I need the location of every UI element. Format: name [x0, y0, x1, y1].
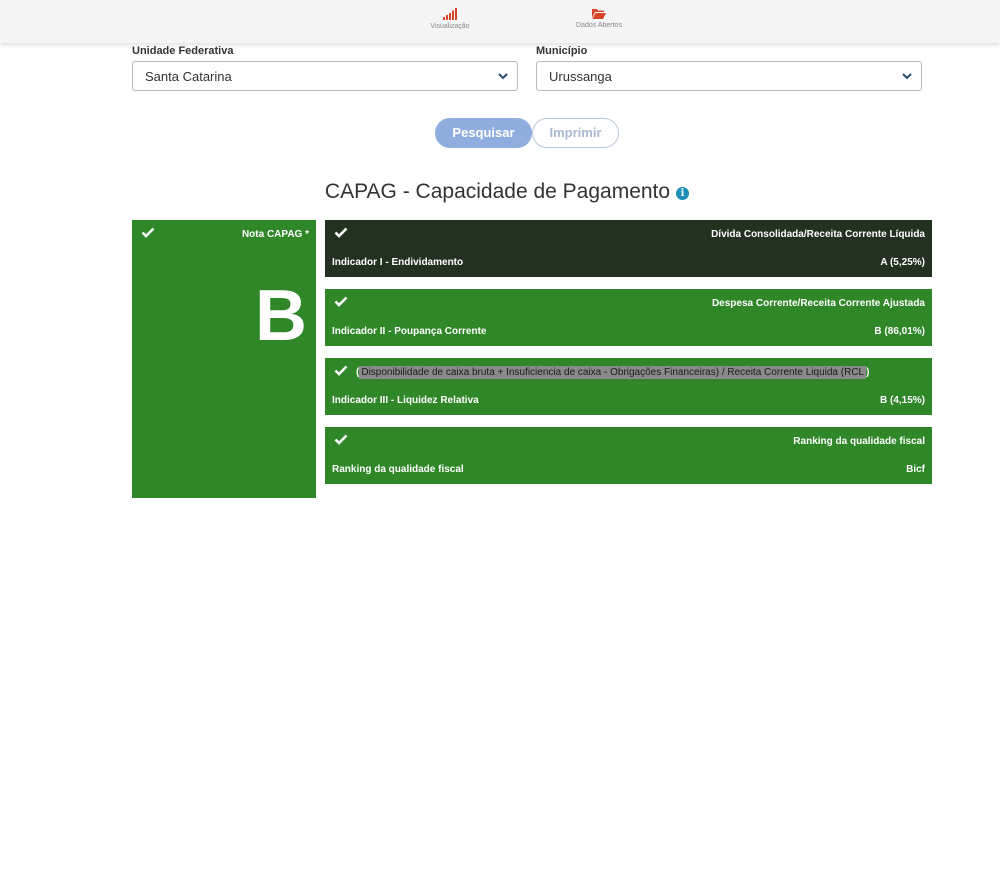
municipio-select-value: Urussanga: [549, 69, 612, 84]
indicator-description: Despesa Corrente/Receita Corrente Ajusta…: [711, 298, 925, 309]
indicator-description-text: Disponibilidade de caixa bruta + Insufic…: [359, 366, 867, 379]
uf-label: Unidade Federativa: [132, 45, 234, 57]
page-title: CAPAG - Capacidade de Pagamento i: [0, 180, 1000, 204]
folder-open-icon: [592, 9, 606, 19]
check-icon: [141, 227, 155, 238]
municipio-select[interactable]: Urussanga: [536, 61, 922, 91]
indicator-description-close-paren: ): [866, 367, 870, 378]
check-icon: [334, 434, 348, 445]
indicator-card-3: (Disponibilidade de caixa bruta + Insufi…: [325, 358, 932, 415]
check-icon: [334, 227, 348, 238]
indicator-description: Ranking da qualidade fiscal: [793, 436, 925, 447]
capag-grade-card: Nota CAPAG * B: [132, 220, 316, 498]
indicator-name: Indicador I - Endividamento: [332, 257, 464, 268]
page-title-text: CAPAG - Capacidade de Pagamento: [324, 180, 671, 203]
nav-dados-abertos[interactable]: Dados Abertos: [554, 8, 644, 29]
indicator-card-2: Despesa Corrente/Receita Corrente Ajusta…: [325, 289, 932, 346]
indicator-name: Ranking da qualidade fiscal: [332, 464, 464, 475]
capag-grade-label: Nota CAPAG *: [241, 229, 309, 240]
chevron-down-icon: [498, 73, 508, 80]
top-nav-bar: Visualização Dados Abertos: [0, 0, 1000, 43]
imprimir-button[interactable]: Imprimir: [532, 118, 619, 148]
indicator-card-4: Ranking da qualidade fiscal Ranking da q…: [325, 427, 932, 484]
indicator-card-1: Dívida Consolidada/Receita Corrente Líqu…: [325, 220, 932, 277]
capag-grade-value: B: [255, 276, 307, 356]
indicator-value: A (5,25%): [880, 257, 925, 268]
info-icon[interactable]: i: [676, 187, 690, 200]
indicator-value: Bicf: [906, 464, 925, 475]
nav-visualizacao-label: Visualização: [430, 23, 470, 30]
municipio-label: Município: [536, 45, 588, 57]
uf-select[interactable]: Santa Catarina: [132, 61, 518, 91]
nav-visualizacao[interactable]: Visualização: [405, 8, 495, 30]
indicator-name: Indicador III - Liquidez Relativa: [332, 395, 479, 406]
indicator-name: Indicador II - Poupança Corrente: [332, 326, 487, 337]
indicator-value: B (86,01%): [874, 326, 925, 337]
indicator-description-highlighted: (Disponibilidade de caixa bruta + Insufi…: [356, 366, 870, 379]
indicator-value: B (4,15%): [879, 395, 925, 406]
bar-chart-icon: [443, 8, 457, 20]
pesquisar-button[interactable]: Pesquisar: [435, 118, 532, 148]
check-icon: [334, 296, 348, 307]
chevron-down-icon: [902, 73, 912, 80]
nav-dados-abertos-label: Dados Abertos: [576, 22, 622, 29]
check-icon: [334, 365, 348, 376]
uf-select-value: Santa Catarina: [145, 69, 232, 84]
indicator-description: Dívida Consolidada/Receita Corrente Líqu…: [711, 229, 925, 240]
